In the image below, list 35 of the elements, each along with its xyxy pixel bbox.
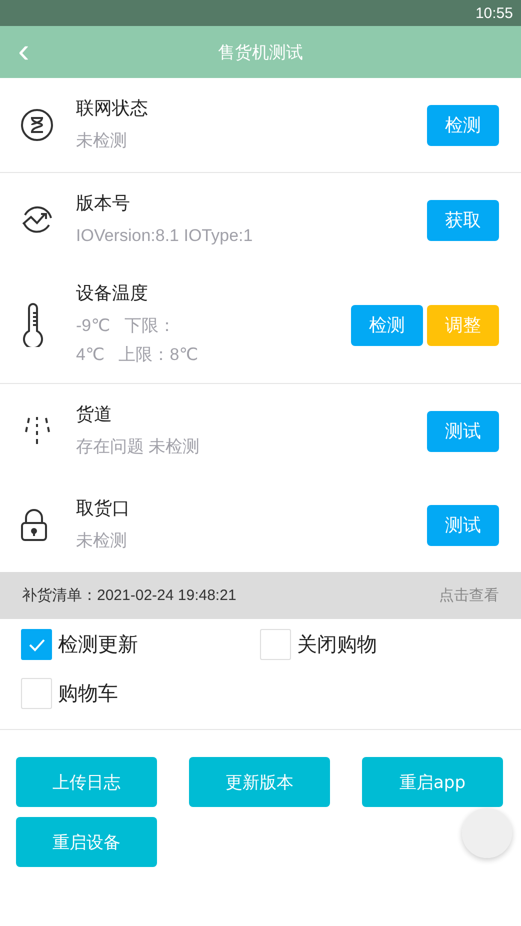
action-button[interactable]: 测试 [427,410,499,452]
restock-list-label: 补货清单：2021-02-24 19:48:21 [22,586,236,605]
item-title: 货道 [76,402,113,426]
checkbox-label: 购物车 [58,680,118,707]
checkbox[interactable] [21,629,52,660]
checkbox-label: 关闭购物 [297,631,377,658]
action-button[interactable]: 调整 [427,304,499,346]
action-button[interactable]: 重启app [362,757,503,807]
item-title: 版本号 [76,192,131,214]
status-text: 未检测 [76,130,128,152]
hourglass-icon [20,108,54,142]
action-button[interactable]: 测试 [427,504,499,546]
checkbox-label: 检测更新 [58,631,138,658]
item-title: 联网状态 [76,96,149,120]
action-button[interactable]: 检测 [351,304,423,346]
status-text: 4℃ 上限：8℃ [76,344,200,366]
back-button[interactable]: ‹ [14,34,34,68]
action-button[interactable]: 重启设备 [16,817,157,867]
page-title: 售货机测试 [218,42,303,64]
action-button[interactable]: 检测 [427,104,499,146]
status-text: 存在问题 未检测 [76,436,201,458]
padlock-icon [20,508,48,542]
action-button[interactable]: 上传日志 [16,757,157,807]
action-button[interactable]: 更新版本 [189,757,330,807]
status-text: IOVersion:8.1 IOType:1 [76,224,254,246]
status-text: -9℃ 下限： [76,315,176,337]
item-title: 设备温度 [76,282,149,305]
thermometer-icon [20,303,46,347]
clock-time: 10:55 [475,4,513,22]
item-title: 取货口 [76,496,131,520]
view-link[interactable]: 点击查看 [439,586,499,605]
checkmark-icon [28,638,46,652]
action-button[interactable]: 获取 [427,200,499,240]
status-text: 未检测 [76,530,128,552]
floating-button[interactable] [462,808,512,858]
